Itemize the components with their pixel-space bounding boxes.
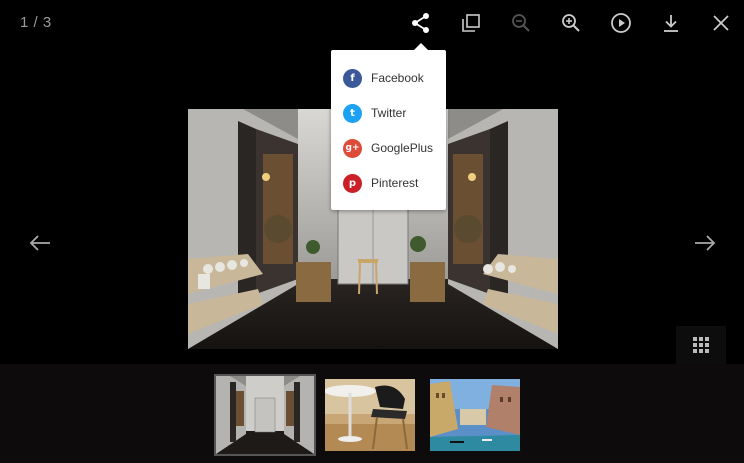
share-googleplus-label: GooglePlus	[371, 141, 434, 155]
thumbnail-venice-canal[interactable]	[430, 379, 520, 451]
actual-size-button[interactable]	[458, 10, 484, 36]
share-twitter[interactable]: t Twitter	[343, 103, 406, 123]
zoom-out-button[interactable]	[508, 10, 534, 36]
arrow-left-icon	[29, 235, 50, 251]
thumbnail-restaurant-interior[interactable]	[214, 374, 316, 456]
slide-counter: 1 / 3	[20, 14, 52, 31]
autoplay-button[interactable]	[608, 10, 634, 36]
close-icon	[713, 15, 729, 31]
zoom-out-icon	[512, 14, 530, 32]
download-button[interactable]	[658, 10, 684, 36]
arrow-right-icon	[695, 235, 716, 251]
pinterest-icon: p	[343, 173, 362, 193]
share-pinterest[interactable]: p Pinterest	[343, 173, 418, 193]
share-pinterest-label: Pinterest	[371, 176, 419, 190]
thumbnail-strip	[0, 364, 744, 463]
share-button[interactable]	[408, 10, 434, 36]
share-googleplus[interactable]: g+ GooglePlus	[343, 138, 433, 158]
facebook-icon: f	[343, 68, 362, 88]
thumbnail-toggle-button[interactable]	[676, 326, 726, 364]
share-facebook[interactable]: f Facebook	[343, 68, 424, 88]
play-icon	[611, 13, 631, 33]
download-icon	[664, 15, 678, 32]
zoom-in-icon	[562, 14, 580, 32]
lightbox-viewer: 1 / 3 f Facebook t Twitter g+ GooglePlus…	[0, 0, 744, 463]
share-dropdown: f Facebook t Twitter g+ GooglePlus p Pin…	[331, 43, 446, 210]
previous-button[interactable]	[27, 230, 53, 256]
grid-icon	[693, 337, 709, 353]
share-twitter-label: Twitter	[371, 106, 407, 120]
zoom-in-button[interactable]	[558, 10, 584, 36]
close-button[interactable]	[708, 10, 734, 36]
twitter-icon: t	[343, 103, 362, 123]
googleplus-icon: g+	[343, 138, 362, 158]
thumbnail-chair-and-table[interactable]	[325, 379, 415, 451]
next-button[interactable]	[692, 230, 718, 256]
share-icon	[412, 13, 429, 33]
actual-size-icon	[462, 14, 480, 32]
share-facebook-label: Facebook	[371, 71, 424, 85]
